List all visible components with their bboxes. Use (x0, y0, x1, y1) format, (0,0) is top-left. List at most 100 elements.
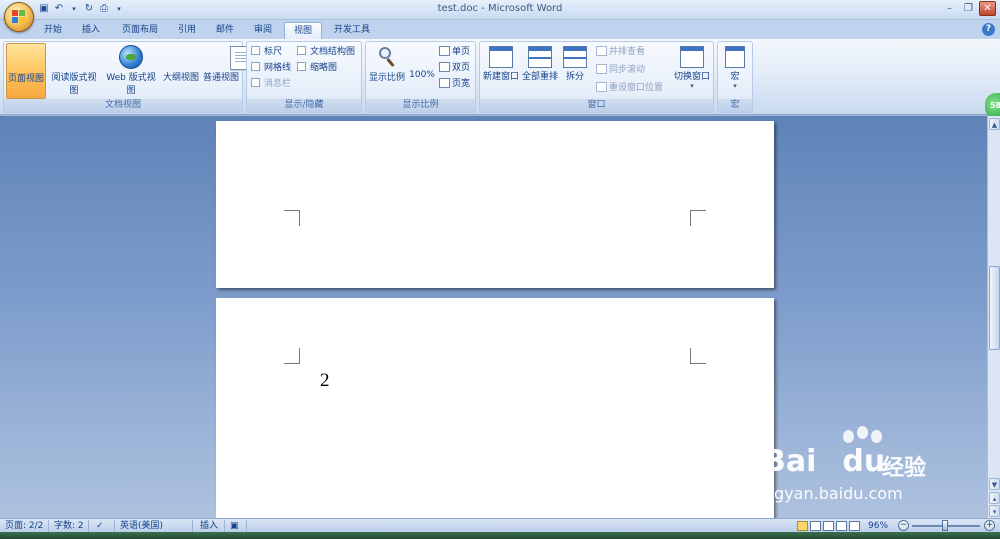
status-bar: 页面: 2/2 字数: 2 ✓ 英语(美国) 插入 ▣ 96% − + (0, 518, 1000, 532)
print-layout-view-icon[interactable] (797, 521, 808, 531)
scroll-thumb[interactable] (989, 266, 1000, 350)
split-button[interactable]: 拆分 (560, 43, 590, 99)
crop-mark (690, 210, 706, 226)
paw-icon (857, 426, 868, 439)
zoom-100-button[interactable]: 100% (408, 43, 647, 99)
draft-button[interactable]: 普通视图 (202, 43, 449, 99)
ribbon-tabs: 开始 插入 页面布局 引用 邮件 审阅 视图 开发工具 ? (0, 20, 1000, 39)
message-bar-checkbox[interactable]: 消息栏 (251, 77, 291, 91)
reading-view-icon[interactable] (810, 521, 821, 531)
document-page-2[interactable]: 2 (216, 298, 774, 518)
checkbox-icon (251, 78, 260, 87)
page-width-button[interactable]: 页宽 (439, 77, 470, 91)
paw-icon (871, 430, 882, 443)
draft-view-icon[interactable] (849, 521, 860, 531)
tab-home[interactable]: 开始 (36, 22, 70, 39)
new-window-button[interactable]: 新建窗口 (482, 43, 520, 99)
reset-window-position-button[interactable]: 重设窗口位置 (596, 81, 663, 95)
crop-mark (284, 210, 300, 226)
scroll-up-icon[interactable]: ▲ (989, 118, 1000, 130)
tab-page-layout[interactable]: 页面布局 (114, 22, 166, 39)
vertical-scrollbar[interactable]: ▲ ▼ ▴ ▾ (987, 116, 1000, 518)
separator (224, 520, 225, 532)
minimize-button[interactable]: – (941, 1, 958, 16)
title-bar: ▣ ↶ ▾ ↻ ⎙ ▾ test.doc - Microsoft Word – … (0, 0, 1000, 20)
tab-references[interactable]: 引用 (170, 22, 204, 39)
arrange-all-button[interactable]: 全部重排 (521, 43, 559, 99)
checkbox-icon (297, 46, 306, 55)
reset-position-icon (596, 82, 607, 92)
thumbnails-checkbox[interactable]: 缩略图 (297, 61, 337, 75)
dropdown-arrow-icon: ▾ (690, 82, 694, 90)
separator (246, 520, 247, 532)
office-button[interactable] (4, 2, 34, 32)
new-window-icon (489, 46, 513, 68)
group-document-views: 页面视图 阅读版式视图 Web 版式视图 大纲视图 普通视图 文档视图 (3, 41, 449, 113)
watermark-cn: 经验 (882, 456, 927, 481)
two-pages-button[interactable]: 双页 (439, 61, 470, 75)
document-page-1[interactable] (216, 121, 774, 288)
zoom-in-button[interactable]: + (984, 520, 995, 531)
web-view-icon[interactable] (823, 521, 834, 531)
zoom-button[interactable]: 显示比例 (368, 43, 406, 99)
print-layout-button[interactable]: 页面视图 (6, 43, 254, 99)
close-button[interactable]: ✕ (979, 1, 996, 16)
ruler-checkbox[interactable]: 标尺 (251, 45, 282, 59)
crop-mark (690, 348, 706, 364)
ribbon: 页面视图 阅读版式视图 Web 版式视图 大纲视图 普通视图 文档视图 标尺 网… (0, 39, 1000, 115)
paw-icon (843, 430, 854, 443)
zoom-slider-knob[interactable] (942, 520, 948, 531)
checkbox-icon (297, 62, 306, 71)
insert-mode[interactable]: 插入 (200, 520, 218, 532)
macro-record-icon[interactable]: ▣ (230, 520, 239, 532)
view-side-by-side-button[interactable]: 并排查看 (596, 45, 645, 59)
checkbox-icon (251, 62, 260, 71)
tab-mailings[interactable]: 邮件 (208, 22, 242, 39)
watermark-brand: Bai du (763, 444, 886, 479)
outline-button[interactable]: 大纲视图 (162, 43, 409, 99)
gridlines-checkbox[interactable]: 网格线 (251, 61, 291, 75)
watermark-url: jingyan.baidu.com (755, 484, 903, 503)
page-count[interactable]: 页面: 2/2 (5, 520, 43, 532)
language-indicator[interactable]: 英语(美国) (120, 520, 163, 532)
group-macros: 宏 ▾ 宏 (717, 41, 753, 113)
baidu-jingyan-watermark: Bai du 经验 jingyan.baidu.com (755, 426, 955, 516)
arrange-all-icon (528, 46, 552, 68)
group-label: 文档视图 (4, 99, 242, 112)
one-page-button[interactable]: 单页 (439, 45, 470, 59)
synchronous-scrolling-button[interactable]: 同步滚动 (596, 63, 645, 77)
window-controls: – ❐ ✕ (941, 1, 996, 16)
side-by-side-icon (596, 46, 607, 56)
zoom-level[interactable]: 96% (868, 520, 888, 532)
separator (88, 520, 89, 532)
switch-windows-icon (680, 46, 704, 68)
macros-button[interactable]: 宏 ▾ (720, 43, 750, 99)
zoom-out-button[interactable]: − (898, 520, 909, 531)
tab-insert[interactable]: 插入 (74, 22, 108, 39)
outline-view-icon[interactable] (836, 521, 847, 531)
web-layout-button[interactable]: Web 版式视图 (102, 43, 160, 99)
office-logo-icon (12, 10, 27, 25)
restore-button[interactable]: ❐ (960, 1, 977, 16)
next-page-icon[interactable]: ▾ (989, 505, 1000, 517)
window-title: test.doc - Microsoft Word (437, 3, 563, 14)
magnifier-icon (376, 45, 398, 69)
switch-windows-button[interactable]: 切换窗口 ▾ (672, 43, 712, 99)
crop-mark (284, 348, 300, 364)
web-layout-icon (119, 45, 143, 69)
scroll-down-icon[interactable]: ▼ (989, 478, 1000, 490)
proofing-icon[interactable]: ✓ (96, 520, 104, 532)
tab-view[interactable]: 视图 (284, 22, 322, 39)
word-count[interactable]: 字数: 2 (54, 520, 84, 532)
tab-developer[interactable]: 开发工具 (326, 22, 378, 39)
help-icon[interactable]: ? (982, 23, 995, 36)
one-page-icon (439, 46, 450, 56)
previous-page-icon[interactable]: ▴ (989, 492, 1000, 504)
dropdown-arrow-icon: ▾ (733, 82, 737, 90)
document-map-checkbox[interactable]: 文档结构图 (297, 45, 355, 59)
page-width-icon (439, 78, 450, 88)
tab-review[interactable]: 审阅 (246, 22, 280, 39)
full-screen-reading-button[interactable]: 阅读版式视图 (48, 43, 303, 99)
document-area[interactable]: 2 Bai du 经验 jingyan.baidu.com (0, 116, 987, 518)
group-label: 显示比例 (366, 99, 475, 112)
